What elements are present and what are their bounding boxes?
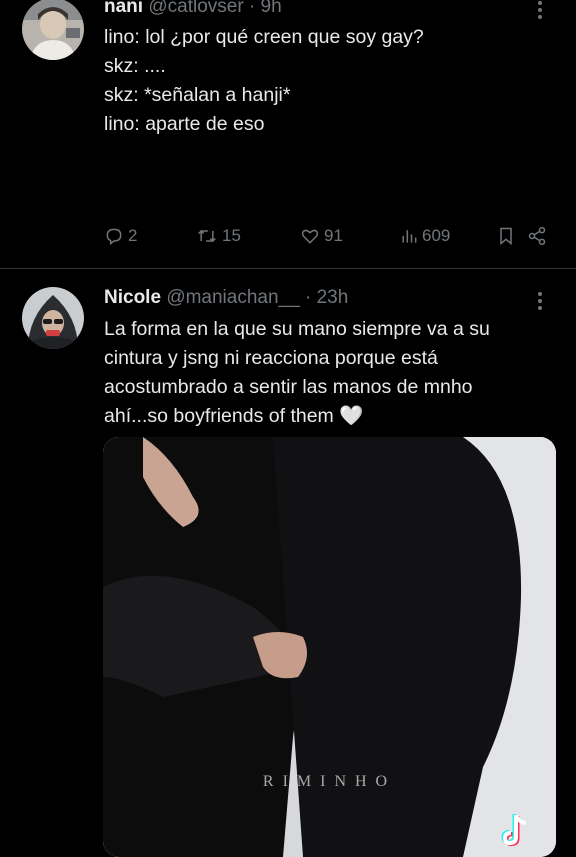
author-name[interactable]: Nicole — [104, 287, 161, 308]
tweet-line: La forma en la que su mano siempre va a … — [104, 318, 490, 340]
views-count: 609 — [422, 226, 451, 245]
retweet-icon — [198, 229, 216, 243]
tweet-text: lino: lol ¿por qué creen que soy gay? sk… — [104, 23, 549, 139]
avatar[interactable] — [22, 0, 84, 60]
handle-and-time[interactable]: @maniachan__ · 23h — [166, 287, 348, 308]
tweet-header: nani @catlovser · 9h — [104, 0, 282, 18]
more-icon[interactable] — [528, 289, 552, 313]
bookmark-button[interactable] — [497, 226, 515, 246]
handle-and-time[interactable]: @catlovser · 9h — [148, 0, 281, 17]
tweet-nani[interactable]: nani @catlovser · 9h lino: lol ¿por qué … — [0, 0, 576, 268]
tweet-line: skz: *señalan a hanji* — [104, 84, 291, 106]
avatar-image — [22, 0, 84, 60]
reply-button[interactable]: 2 — [104, 226, 137, 246]
avatar[interactable] — [22, 287, 84, 349]
reply-icon — [106, 228, 122, 245]
views-button[interactable]: 609 — [400, 226, 450, 246]
author-name[interactable]: nani — [104, 0, 143, 17]
tweet-line: ahí...so boyfriends of them 🤍 — [104, 405, 364, 427]
video-frame — [103, 437, 556, 857]
more-icon[interactable] — [528, 0, 552, 22]
tweet-actions: 2 15 91 609 — [104, 226, 554, 252]
tweet-line: lino: lol ¿por qué creen que soy gay? — [104, 26, 424, 48]
like-count: 91 — [324, 226, 343, 245]
tweet-header: Nicole @maniachan__ · 23h — [104, 287, 348, 309]
avatar-image — [22, 287, 84, 349]
like-button[interactable]: 91 — [300, 226, 343, 246]
tweet-video[interactable]: RIMINHO — [103, 437, 556, 857]
heart-icon — [301, 229, 319, 244]
tweet-nicole[interactable]: Nicole @maniachan__ · 23h La forma en la… — [0, 269, 576, 857]
reply-count: 2 — [128, 226, 138, 245]
retweet-button[interactable]: 15 — [196, 226, 241, 246]
tweet-line: lino: aparte de eso — [104, 113, 265, 135]
share-icon — [528, 226, 546, 246]
bookmark-icon — [500, 227, 512, 246]
tweet-text: La forma en la que su mano siempre va a … — [104, 315, 549, 431]
video-watermark: RIMINHO — [262, 773, 397, 790]
retweet-count: 15 — [222, 226, 241, 245]
views-chart-icon — [402, 230, 417, 243]
tweet-line: skz: .... — [104, 55, 166, 77]
share-button[interactable] — [527, 226, 547, 246]
tweet-line: cintura y jsng ni reacciona porque está — [104, 347, 438, 369]
tweet-line: acostumbrado a sentir las manos de mnho — [104, 376, 473, 398]
tiktok-icon — [501, 814, 527, 847]
